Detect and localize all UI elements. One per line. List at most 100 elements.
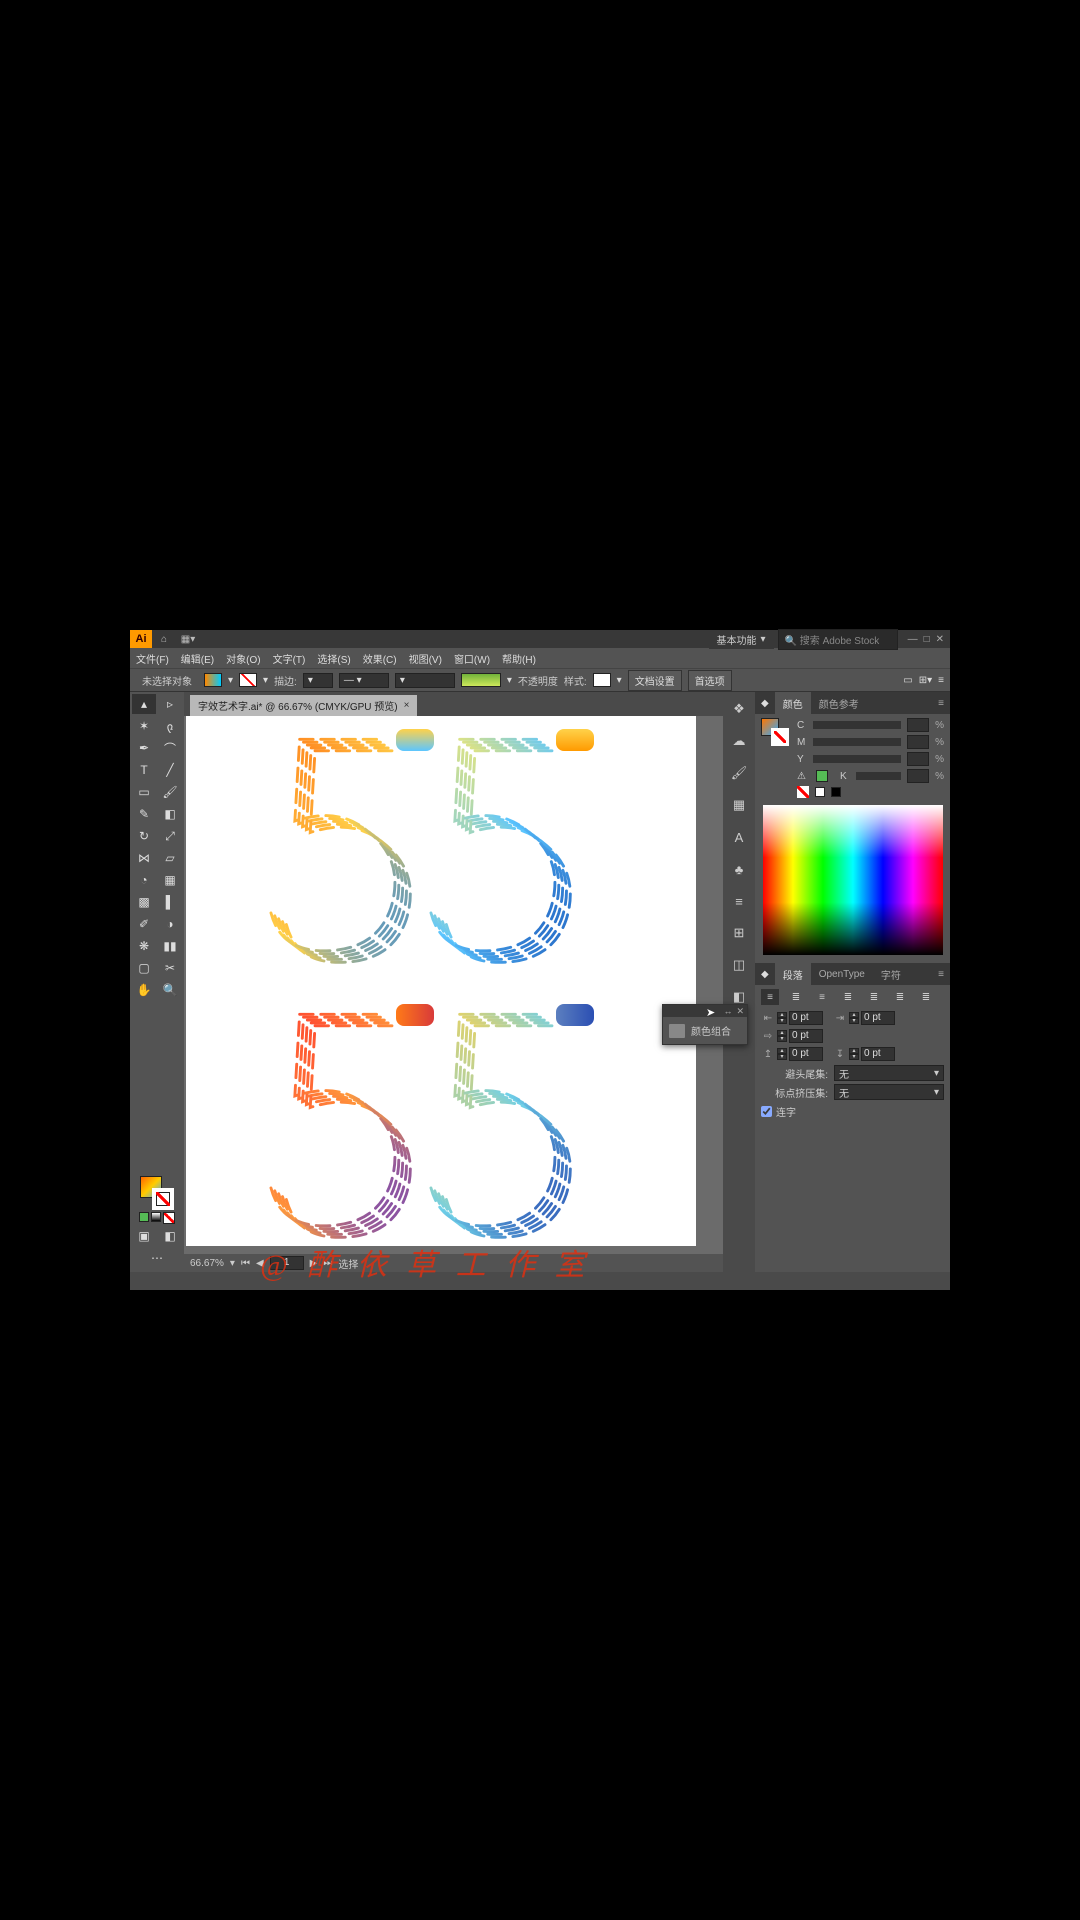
style-swatch[interactable] — [593, 673, 611, 687]
transform-panel-icon[interactable]: ◫ — [728, 954, 750, 976]
color-panel-icon[interactable]: ◆ — [755, 698, 775, 709]
menu-window[interactable]: 窗口(W) — [454, 651, 490, 666]
rectangle-tool[interactable]: ▭ — [132, 782, 156, 802]
maximize-button[interactable]: □ — [924, 634, 930, 645]
gamut-icon[interactable]: ⚠ — [797, 771, 806, 782]
stroke-box[interactable] — [152, 1188, 174, 1210]
paragraph-tab[interactable]: 段落 — [775, 963, 811, 986]
document-setup-button[interactable]: 文档设置 — [628, 670, 682, 691]
first-line-stepper[interactable]: ▴▾ — [777, 1030, 787, 1042]
symbol-sprayer-tool[interactable]: ❋ — [132, 936, 156, 956]
black-swatch[interactable] — [831, 787, 841, 797]
m-slider[interactable] — [813, 738, 901, 746]
home-button[interactable]: ⌂ — [152, 630, 176, 648]
gradient-tool[interactable]: ▌ — [158, 892, 182, 912]
swatches-panel-icon[interactable]: ▦ — [728, 794, 750, 816]
menu-help[interactable]: 帮助(H) — [502, 651, 536, 666]
transform-controls-icon[interactable]: ⊞▾ — [919, 675, 932, 686]
k-slider[interactable] — [856, 772, 901, 780]
color-tab[interactable]: 颜色 — [775, 692, 811, 715]
opacity-label[interactable]: 不透明度 — [518, 673, 558, 688]
paragraph-panel-menu-icon[interactable]: ≡ — [932, 969, 950, 980]
blend-tool[interactable]: ◑ — [158, 914, 182, 934]
align-controls-icon[interactable]: ▭ — [903, 675, 912, 686]
align-left-button[interactable]: ≡ — [761, 989, 779, 1005]
k-value[interactable] — [907, 769, 929, 783]
opentype-tab[interactable]: OpenType — [811, 965, 873, 984]
menu-effect[interactable]: 效果(C) — [363, 651, 397, 666]
menu-edit[interactable]: 编辑(E) — [181, 651, 214, 666]
profile-dropdown[interactable]: — ▾ — [339, 673, 389, 688]
search-stock-input[interactable]: 🔍 搜索 Adobe Stock — [778, 629, 898, 650]
justify-all-button[interactable]: ≣ — [917, 989, 935, 1005]
white-swatch[interactable] — [815, 787, 825, 797]
fill-stroke-control[interactable] — [140, 1176, 174, 1210]
floating-color-group-panel[interactable]: ↔ ✕ 颜色组合 — [662, 1004, 748, 1045]
stroke-panel-icon[interactable]: ≡ — [728, 890, 750, 912]
indent-right-stepper[interactable]: ▴▾ — [849, 1012, 859, 1024]
stroke-color-swatch[interactable] — [239, 673, 257, 687]
float-close-icon[interactable]: ✕ — [736, 1006, 744, 1017]
y-slider[interactable] — [813, 755, 901, 763]
rotate-tool[interactable]: ↻ — [132, 826, 156, 846]
scale-tool[interactable]: ⤢ — [158, 826, 182, 846]
menu-file[interactable]: 文件(F) — [136, 651, 169, 666]
justify-right-button[interactable]: ≣ — [891, 989, 909, 1005]
type-tool[interactable]: T — [132, 760, 156, 780]
para-panel-icon[interactable]: ◆ — [755, 969, 775, 980]
eraser-tool[interactable]: ◧ — [158, 804, 182, 824]
align-right-button[interactable]: ≡ — [813, 989, 831, 1005]
hand-tool[interactable]: ✋ — [132, 980, 156, 1000]
kinsoku-dropdown[interactable]: 无▾ — [834, 1065, 944, 1081]
edit-toolbar-button[interactable]: ⋯ — [145, 1248, 169, 1268]
width-tool[interactable]: ⋈ — [132, 848, 156, 868]
mojikumi-dropdown[interactable]: 无▾ — [834, 1084, 944, 1100]
gradient-mode-button[interactable] — [151, 1212, 161, 1222]
direct-selection-tool[interactable]: ▹ — [158, 694, 182, 714]
space-after-stepper[interactable]: ▴▾ — [849, 1048, 859, 1060]
graphic-style-swatch[interactable] — [461, 673, 501, 687]
lasso-tool[interactable]: ᠙ — [158, 716, 182, 736]
menu-view[interactable]: 视图(V) — [409, 651, 442, 666]
curvature-tool[interactable]: ⌒ — [158, 738, 182, 758]
preferences-button[interactable]: 首选项 — [688, 670, 732, 691]
menu-object[interactable]: 对象(O) — [226, 651, 260, 666]
shape-builder-tool[interactable]: ◔ — [132, 870, 156, 890]
minimize-button[interactable]: — — [908, 634, 918, 645]
zoom-tool[interactable]: 🔍 — [158, 980, 182, 1000]
space-before-input[interactable]: 0 pt — [789, 1047, 823, 1061]
close-button[interactable]: ✕ — [936, 634, 944, 645]
graph-tool[interactable]: ▮▮ — [158, 936, 182, 956]
brush-dropdown[interactable]: ▾ — [395, 673, 455, 688]
artboard-prev-first[interactable]: ⏮ — [241, 1258, 250, 1269]
layers-panel-icon[interactable]: ❖ — [728, 698, 750, 720]
justify-left-button[interactable]: ≣ — [839, 989, 857, 1005]
line-tool[interactable]: ╱ — [158, 760, 182, 780]
character-tab[interactable]: 字符 — [873, 963, 909, 986]
document-tab[interactable]: 字效艺术字.ai* @ 66.67% (CMYK/GPU 预览) × — [190, 695, 417, 716]
none-swatch[interactable] — [797, 786, 809, 798]
align-panel-icon[interactable]: ⊞ — [728, 922, 750, 944]
eyedropper-tool[interactable]: ✐ — [132, 914, 156, 934]
color-guide-tab[interactable]: 颜色参考 — [811, 692, 867, 715]
canvas-viewport[interactable]: ↔ ✕ 颜色组合 ➤ — [184, 716, 723, 1254]
m-value[interactable] — [907, 735, 929, 749]
control-menu-icon[interactable]: ≡ — [938, 675, 944, 686]
free-transform-tool[interactable]: ▱ — [158, 848, 182, 868]
gamut-swatch[interactable] — [816, 770, 828, 782]
indent-left-stepper[interactable]: ▴▾ — [777, 1012, 787, 1024]
color-panel-menu-icon[interactable]: ≡ — [932, 698, 950, 709]
align-center-button[interactable]: ≣ — [787, 989, 805, 1005]
perspective-tool[interactable]: ▦ — [158, 870, 182, 890]
justify-center-button[interactable]: ≣ — [865, 989, 883, 1005]
symbols-panel-icon[interactable]: ♣ — [728, 858, 750, 880]
space-after-input[interactable]: 0 pt — [861, 1047, 895, 1061]
color-spectrum[interactable] — [763, 805, 943, 955]
paintbrush-tool[interactable]: 🖌 — [158, 782, 182, 802]
c-slider[interactable] — [813, 721, 901, 729]
libraries-panel-icon[interactable]: ☁ — [728, 730, 750, 752]
hyphenate-checkbox[interactable] — [761, 1106, 772, 1117]
color-fill-stroke[interactable] — [761, 718, 789, 746]
space-before-stepper[interactable]: ▴▾ — [777, 1048, 787, 1060]
pen-tool[interactable]: ✒ — [132, 738, 156, 758]
